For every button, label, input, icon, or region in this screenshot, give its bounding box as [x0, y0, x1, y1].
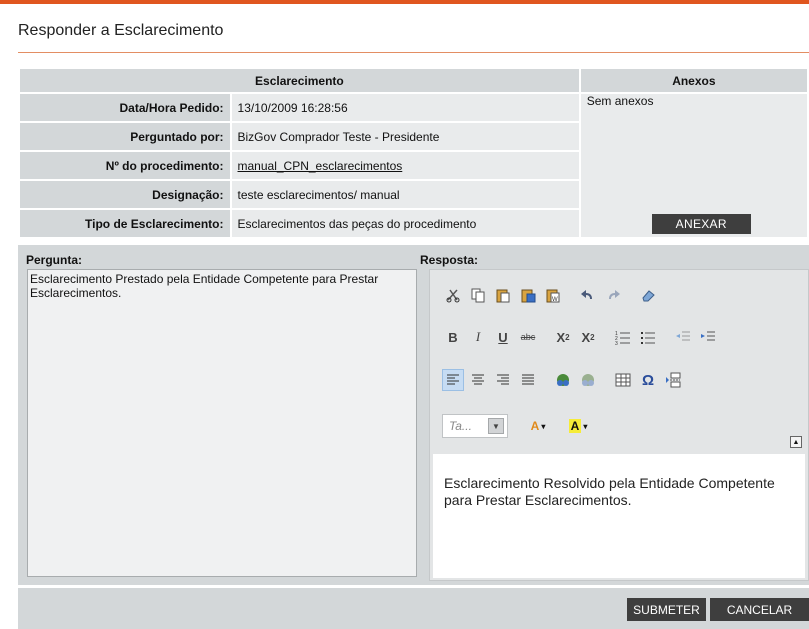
- anexos-cell: Sem anexos ANEXAR: [578, 92, 809, 239]
- anexar-button[interactable]: ANEXAR: [651, 214, 751, 234]
- pergunta-label: Pergunta:: [26, 253, 83, 267]
- special-char-icon[interactable]: Ω: [637, 369, 659, 391]
- font-select[interactable]: Ta... ▼: [442, 414, 508, 438]
- align-right-icon[interactable]: [492, 369, 514, 391]
- perguntado-por-label: Perguntado por:: [18, 121, 232, 152]
- top-accent-bar: [0, 0, 809, 4]
- title-divider: [18, 52, 809, 53]
- toolbar-row-1: W: [442, 284, 672, 306]
- underline-icon[interactable]: U: [492, 326, 514, 348]
- unlink-icon[interactable]: [577, 369, 599, 391]
- outdent-icon[interactable]: [672, 326, 694, 348]
- collapse-toolbar-icon[interactable]: ▲: [790, 436, 802, 448]
- bold-icon[interactable]: B: [442, 326, 464, 348]
- perguntado-por-value: BizGov Comprador Teste - Presidente: [229, 121, 581, 152]
- chevron-down-icon: ▼: [488, 418, 504, 434]
- page-title: Responder a Esclarecimento: [18, 22, 224, 39]
- highlight-color-icon[interactable]: A ▾: [558, 414, 598, 438]
- pergunta-textarea[interactable]: Esclarecimento Prestado pela Entidade Co…: [27, 269, 417, 577]
- procedimento-value-cell: manual_CPN_esclarecimentos: [229, 150, 581, 181]
- subscript-icon[interactable]: X2: [552, 326, 574, 348]
- action-bar: SUBMETER CANCELAR: [18, 588, 809, 629]
- anexos-header: Anexos: [578, 67, 809, 94]
- align-left-icon[interactable]: [442, 369, 464, 391]
- redo-icon[interactable]: [602, 284, 624, 306]
- superscript-icon[interactable]: X2: [577, 326, 599, 348]
- qa-panel: Pergunta: Resposta: Esclarecimento Prest…: [18, 245, 809, 585]
- svg-text:W: W: [552, 297, 558, 303]
- paste-icon[interactable]: [492, 284, 514, 306]
- anexos-empty-text: Sem anexos: [586, 94, 654, 108]
- submeter-button[interactable]: SUBMETER: [627, 598, 706, 621]
- link-icon[interactable]: [552, 369, 574, 391]
- indent-icon[interactable]: [697, 326, 719, 348]
- cut-icon[interactable]: [442, 284, 464, 306]
- align-center-icon[interactable]: [467, 369, 489, 391]
- align-justify-icon[interactable]: [517, 369, 539, 391]
- resposta-label: Resposta:: [420, 253, 479, 267]
- esclarecimento-header: Esclarecimento: [18, 67, 581, 94]
- italic-icon[interactable]: I: [467, 326, 489, 348]
- font-color-icon[interactable]: A ▾: [518, 414, 558, 438]
- strikethrough-icon[interactable]: abc: [517, 326, 539, 348]
- toolbar-row-3: Ω: [442, 369, 697, 391]
- unordered-list-icon[interactable]: [637, 326, 659, 348]
- procedimento-link[interactable]: manual_CPN_esclarecimentos: [238, 159, 403, 173]
- designacao-label: Designação:: [18, 179, 232, 210]
- undo-icon[interactable]: [577, 284, 599, 306]
- esclarecimento-table: Esclarecimento Anexos Data/Hora Pedido: …: [18, 67, 809, 239]
- toolbar-row-2: B I U abc X2 X2 123: [442, 326, 732, 348]
- resposta-text-area[interactable]: Esclarecimento Resolvido pela Entidade C…: [433, 454, 805, 578]
- designacao-value: teste esclarecimentos/ manual: [229, 179, 581, 210]
- copy-icon[interactable]: [467, 284, 489, 306]
- page-break-icon[interactable]: [662, 369, 684, 391]
- font-select-value: Ta...: [449, 419, 472, 433]
- eraser-icon[interactable]: [637, 284, 659, 306]
- procedimento-label: Nº do procedimento:: [18, 150, 232, 181]
- ordered-list-icon[interactable]: 123: [612, 326, 634, 348]
- tipo-esclarecimento-label: Tipo de Esclarecimento:: [18, 208, 232, 239]
- toolbar-row-4: Ta... ▼ A ▾ A ▾: [442, 414, 608, 438]
- tipo-esclarecimento-value: Esclarecimentos das peças do procediment…: [229, 208, 581, 239]
- data-hora-label: Data/Hora Pedido:: [18, 92, 232, 123]
- paste-word-icon[interactable]: [517, 284, 539, 306]
- table-icon[interactable]: [612, 369, 634, 391]
- resposta-editor: W B I U abc X2 X2 123 Ω Ta... ▼ A ▾ A ▾ …: [429, 269, 809, 581]
- cancelar-button[interactable]: CANCELAR: [710, 598, 809, 621]
- paste-text-icon[interactable]: W: [542, 284, 564, 306]
- data-hora-value: 13/10/2009 16:28:56: [229, 92, 581, 123]
- svg-text:3: 3: [615, 341, 618, 345]
